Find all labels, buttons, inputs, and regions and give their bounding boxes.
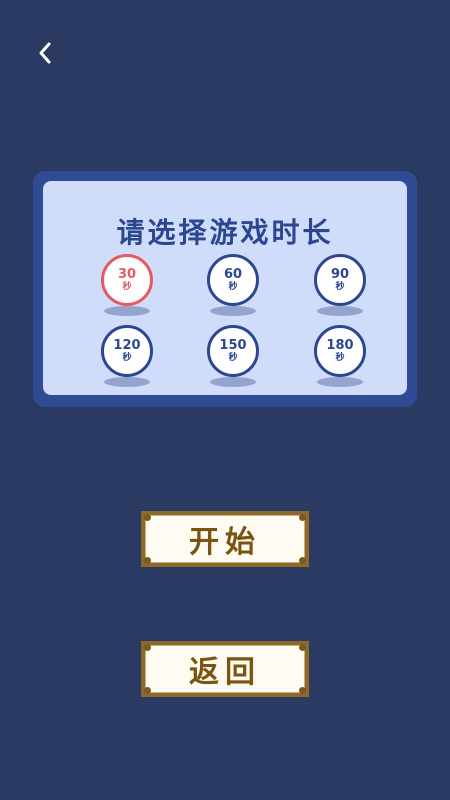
option-value: 60 <box>223 266 243 282</box>
rivet-icon <box>299 557 306 564</box>
rivet-icon <box>299 687 306 694</box>
return-button[interactable]: 返回 <box>141 641 309 697</box>
duration-option-180[interactable]: 180 秒 <box>314 325 366 387</box>
back-arrow-button[interactable] <box>30 38 60 68</box>
option-value: 30 <box>117 266 137 282</box>
duration-option-120[interactable]: 120 秒 <box>101 325 153 387</box>
option-ring: 90 秒 <box>314 254 366 306</box>
start-button-face: 开始 <box>145 515 305 563</box>
rivet-icon <box>144 644 151 651</box>
duration-option-90[interactable]: 90 秒 <box>314 254 366 316</box>
duration-option-60[interactable]: 60 秒 <box>207 254 259 316</box>
start-button[interactable]: 开始 <box>141 511 309 567</box>
option-shadow <box>104 306 150 316</box>
option-value: 150 <box>219 337 247 353</box>
option-shadow <box>210 306 256 316</box>
panel-title: 请选择游戏时长 <box>116 216 334 249</box>
option-shadow <box>317 377 363 387</box>
option-value: 90 <box>330 266 350 282</box>
option-ring: 120 秒 <box>101 325 153 377</box>
rivet-icon <box>299 514 306 521</box>
option-ring: 30 秒 <box>101 254 153 306</box>
duration-panel: 请选择游戏时长 30 秒 60 秒 90 秒 120 秒 150 秒 180 秒 <box>33 171 417 407</box>
option-ring: 150 秒 <box>207 325 259 377</box>
option-unit: 秒 <box>228 352 238 363</box>
duration-panel-inner: 请选择游戏时长 30 秒 60 秒 90 秒 120 秒 150 秒 180 秒 <box>43 181 407 395</box>
option-shadow <box>104 377 150 387</box>
duration-option-150[interactable]: 150 秒 <box>207 325 259 387</box>
option-unit: 秒 <box>335 281 345 292</box>
rivet-icon <box>144 557 151 564</box>
return-button-face: 返回 <box>145 645 305 693</box>
option-unit: 秒 <box>122 352 132 363</box>
option-unit: 秒 <box>122 281 132 292</box>
start-button-label: 开始 <box>189 525 261 560</box>
option-shadow <box>210 377 256 387</box>
rivet-icon <box>144 514 151 521</box>
return-button-label: 返回 <box>189 655 261 690</box>
option-ring: 60 秒 <box>207 254 259 306</box>
option-unit: 秒 <box>335 352 345 363</box>
option-value: 180 <box>326 337 354 353</box>
option-shadow <box>317 306 363 316</box>
option-unit: 秒 <box>228 281 238 292</box>
rivet-icon <box>299 644 306 651</box>
chevron-left-icon <box>39 42 51 64</box>
option-value: 120 <box>113 337 141 353</box>
option-ring: 180 秒 <box>314 325 366 377</box>
rivet-icon <box>144 687 151 694</box>
duration-option-30[interactable]: 30 秒 <box>101 254 153 316</box>
